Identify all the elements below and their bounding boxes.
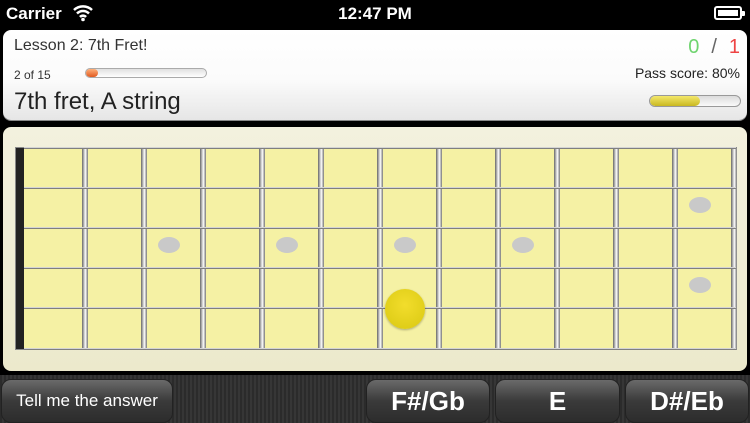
score: 0 / 1: [688, 36, 740, 59]
question-text: 7th fret, A string: [14, 88, 181, 115]
fret-marker: [158, 237, 180, 253]
status-bar: Carrier 12:47 PM: [0, 0, 750, 28]
answer-button-e[interactable]: E: [495, 379, 620, 423]
fret-marker: [689, 277, 711, 293]
fret-marker: [394, 237, 416, 253]
guitar-string: [24, 147, 736, 149]
fretboard[interactable]: [15, 147, 737, 350]
fret-wire: [259, 148, 265, 349]
fret-wire: [141, 148, 147, 349]
answer-button-f-sharp-g-flat[interactable]: F#/Gb: [366, 379, 490, 423]
bottom-bar: Tell me the answer F#/Gb E D#/Eb: [0, 375, 750, 423]
fret-wire: [731, 148, 737, 349]
guitar-string: [24, 348, 736, 350]
fret-wire: [495, 148, 501, 349]
guitar-string: [24, 227, 736, 229]
fret-wire: [82, 148, 88, 349]
tell-me-answer-button[interactable]: Tell me the answer: [1, 379, 173, 423]
clock: 12:47 PM: [338, 4, 412, 23]
fret-wire: [200, 148, 206, 349]
fret-wire: [554, 148, 560, 349]
progress-bar: [85, 68, 207, 78]
wrong-count: 1: [728, 36, 740, 58]
guitar-string: [24, 187, 736, 189]
fret-wire: [318, 148, 324, 349]
fret-marker: [276, 237, 298, 253]
fret-wire: [436, 148, 442, 349]
fret-wire: [377, 148, 383, 349]
target-note-dot: [385, 289, 425, 329]
answer-button-d-sharp-e-flat[interactable]: D#/Eb: [625, 379, 749, 423]
progress-label: 2 of 15: [14, 68, 51, 82]
pass-score-label: Pass score: 80%: [634, 65, 740, 81]
fret-marker: [689, 197, 711, 213]
progress-fill: [86, 69, 98, 77]
fret-wire: [672, 148, 678, 349]
fretboard-panel: [3, 127, 747, 371]
fret-wire: [613, 148, 619, 349]
pass-score-fill: [650, 96, 700, 106]
fret-marker: [512, 237, 534, 253]
guitar-string: [24, 307, 736, 309]
pass-score-bar: [649, 95, 741, 107]
guitar-string: [24, 267, 736, 269]
battery-icon: [714, 6, 745, 20]
score-separator: /: [711, 36, 717, 58]
nut: [16, 148, 24, 349]
correct-count: 0: [688, 36, 700, 58]
lesson-title: Lesson 2: 7th Fret!: [14, 37, 148, 54]
lesson-header: Lesson 2: 7th Fret! 0 / 1 2 of 15 Pass sco…: [3, 30, 747, 120]
